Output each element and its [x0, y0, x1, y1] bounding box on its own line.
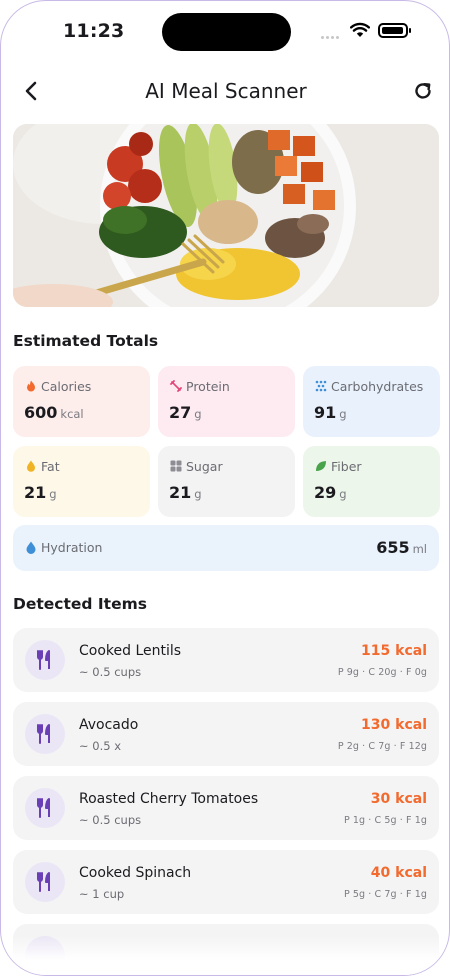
grain-icon	[315, 380, 327, 392]
hydration-value-wrap: 655 ml	[376, 538, 427, 557]
sugar-value: 21	[169, 483, 192, 502]
hydration-card: Hydration 655 ml	[13, 525, 439, 571]
item-quantity: ~ 0.5 x	[79, 739, 122, 753]
status-time: 11:23	[63, 20, 125, 42]
fork-knife-icon	[37, 798, 50, 818]
carbohydrates-value: 91	[314, 403, 337, 422]
item-avatar	[25, 788, 65, 828]
calories-value: 600	[24, 403, 58, 422]
hydration-label: Hydration	[41, 540, 103, 555]
fat-label: Fat	[41, 459, 60, 474]
item-quantity: ~ 1 cup	[79, 887, 125, 901]
fat-card: Fat 21 g	[13, 446, 150, 517]
dynamic-island	[162, 13, 291, 51]
page-title: AI Meal Scanner	[145, 79, 307, 103]
item-name: Cooked Lentils	[79, 643, 182, 659]
fork-knife-icon	[37, 872, 50, 892]
protein-unit: g	[194, 407, 202, 421]
detected-item-row[interactable]: Cooked Lentils ~ 0.5 cups 115 kcal P 9g …	[13, 628, 439, 692]
item-calories: 40 kcal	[370, 865, 427, 881]
sugar-value-wrap: 21 g	[169, 483, 202, 502]
item-calories: 115 kcal	[361, 643, 427, 659]
fork-knife-icon	[37, 650, 50, 670]
carbohydrates-label: Carbohydrates	[331, 379, 424, 394]
calories-card: Calories 600 kcal	[13, 366, 150, 437]
item-name: Roasted Cherry Tomatoes	[79, 791, 259, 807]
item-avatar	[25, 862, 65, 902]
fat-value-wrap: 21 g	[24, 483, 57, 502]
carbohydrates-value-wrap: 91 g	[314, 403, 347, 422]
nav-header: AI Meal Scanner	[1, 71, 449, 113]
fat-unit: g	[49, 487, 57, 501]
meal-photo	[13, 124, 439, 307]
detected-item-row[interactable]: Roasted Cherry Tomatoes ~ 0.5 cups 30 kc…	[13, 776, 439, 840]
item-avatar	[25, 714, 65, 754]
status-bar: 11:23	[1, 1, 449, 61]
sugar-unit: g	[194, 487, 202, 501]
sugar-label: Sugar	[186, 459, 223, 474]
item-quantity: ~ 0.5 cups	[79, 813, 142, 827]
refresh-icon[interactable]	[411, 79, 435, 103]
sugar-card: Sugar 21 g	[158, 446, 295, 517]
calories-label: Calories	[41, 379, 92, 394]
protein-value: 27	[169, 403, 192, 422]
detected-items-heading: Detected Items	[13, 595, 147, 613]
cellular-signal-icon	[321, 25, 343, 39]
estimated-totals-heading: Estimated Totals	[13, 332, 159, 350]
fiber-value-wrap: 29 g	[314, 483, 347, 502]
droplet-icon	[27, 460, 35, 472]
item-macros: P 2g · C 7g · F 12g	[337, 741, 427, 752]
item-macros: P 5g · C 7g · F 1g	[343, 889, 427, 900]
item-macros: P 9g · C 20g · F 0g	[337, 667, 427, 678]
calories-unit: kcal	[60, 407, 84, 421]
carbohydrates-card: Carbohydrates 91 g	[303, 366, 440, 437]
protein-label: Protein	[186, 379, 230, 394]
fiber-unit: g	[339, 487, 347, 501]
hydration-value: 655	[376, 538, 410, 557]
flame-icon	[27, 380, 35, 392]
hydration-unit: ml	[412, 542, 427, 556]
calories-value-wrap: 600 kcal	[24, 403, 84, 422]
protein-value-wrap: 27 g	[169, 403, 202, 422]
fat-value: 21	[24, 483, 47, 502]
item-calories: 130 kcal	[361, 717, 427, 733]
leaf-icon	[316, 461, 326, 471]
item-macros: P 1g · C 5g · F 1g	[343, 815, 427, 826]
detected-item-row[interactable]: Avocado ~ 0.5 x 130 kcal P 2g · C 7g · F…	[13, 702, 439, 766]
protein-card: Protein 27 g	[158, 366, 295, 437]
item-calories: 30 kcal	[370, 791, 427, 807]
detected-item-row[interactable]: Cooked Spinach ~ 1 cup 40 kcal P 5g · C …	[13, 850, 439, 914]
item-name: Avocado	[79, 717, 139, 733]
carbohydrates-unit: g	[339, 407, 347, 421]
water-drop-icon	[26, 541, 36, 554]
item-name: Cooked Spinach	[79, 865, 192, 881]
fiber-card: Fiber 29 g	[303, 446, 440, 517]
bottom-fade	[1, 936, 449, 975]
dumbbell-icon	[170, 380, 182, 392]
battery-icon	[378, 23, 411, 38]
wifi-icon	[350, 22, 370, 37]
fiber-value: 29	[314, 483, 337, 502]
item-quantity: ~ 0.5 cups	[79, 665, 142, 679]
fiber-label: Fiber	[331, 459, 362, 474]
sugar-cubes-icon	[170, 460, 182, 472]
fork-knife-icon	[37, 724, 50, 744]
item-avatar	[25, 640, 65, 680]
phone-screen: 11:23 AI Meal Scanner Estimated Totals C…	[0, 0, 450, 976]
meal-bowl-illustration	[13, 124, 439, 307]
